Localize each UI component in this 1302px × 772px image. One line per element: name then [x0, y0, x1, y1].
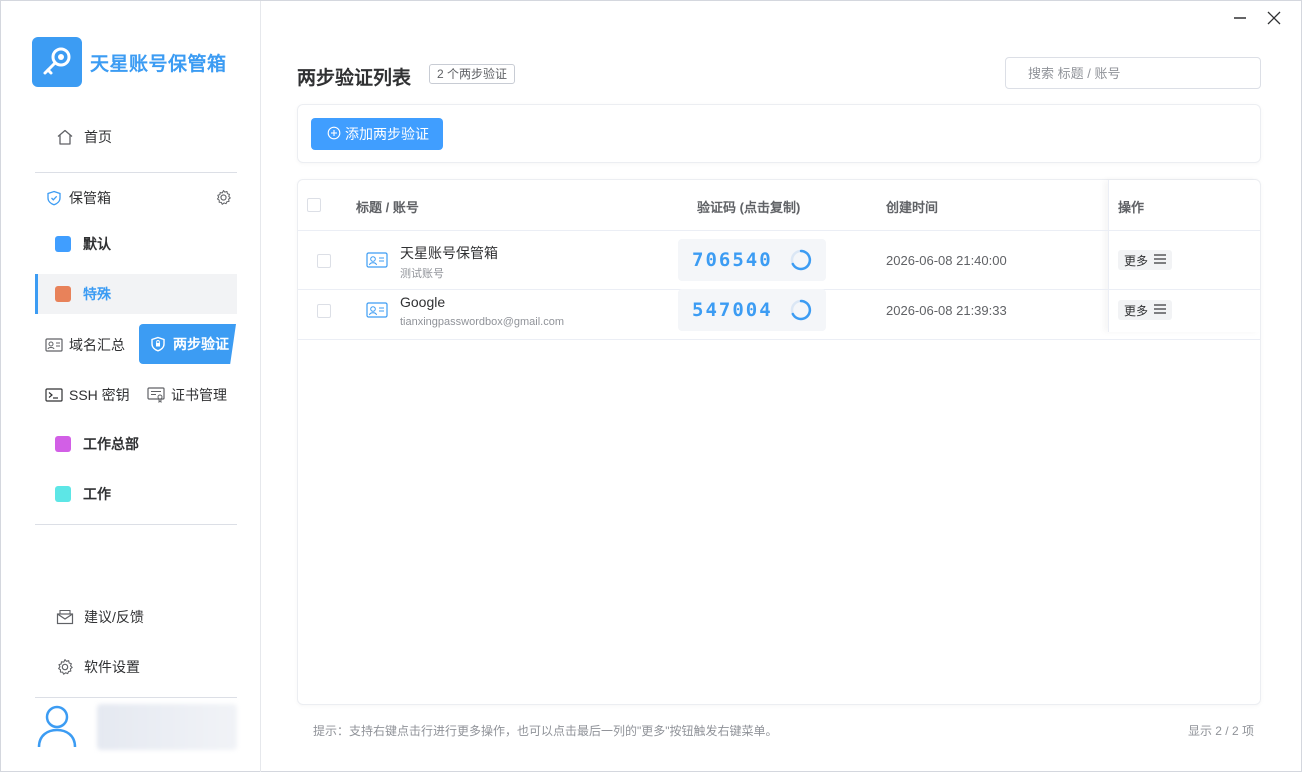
- shield-icon: [45, 189, 63, 207]
- totp-code-button[interactable]: 547004: [678, 289, 826, 331]
- row-created-time: 2026-06-08 21:39:33: [886, 303, 1007, 318]
- divider: [35, 524, 237, 525]
- nav-two-factor-label: 两步验证: [173, 336, 229, 352]
- nav-settings[interactable]: 软件设置: [56, 657, 140, 677]
- column-header-created: 创建时间: [886, 200, 939, 215]
- vault-color-swatch: [55, 236, 71, 252]
- app-name: 天星账号保管箱: [90, 53, 227, 75]
- gear-icon: [56, 658, 74, 676]
- nav-home-label: 首页: [84, 129, 112, 145]
- column-header-actions: 操作: [1118, 200, 1145, 215]
- nav-two-factor[interactable]: 两步验证: [139, 324, 236, 364]
- nav-domain-summary[interactable]: 域名汇总: [45, 335, 125, 355]
- row-created-time: 2026-06-08 21:40:00: [886, 253, 1007, 268]
- toolbar: 添加两步验证: [297, 104, 1261, 163]
- countdown-ring-icon: [790, 249, 812, 271]
- count-badge: 2 个两步验证: [429, 64, 516, 84]
- terminal-icon: [45, 386, 63, 404]
- row-divider: [298, 339, 1260, 340]
- main-content: 两步验证列表 2 个两步验证 添加两步验证 标题 / 账号 验证码 (点击复制)…: [262, 1, 1302, 772]
- countdown-ring-icon: [790, 299, 812, 321]
- menu-icon: [1154, 303, 1167, 317]
- group-item-label: 工作: [83, 486, 111, 502]
- gear-icon: [214, 188, 232, 206]
- footer-hint: 提示：支持右键点击行进行更多操作，也可以点击最后一列的"更多"按钮触发右键菜单。: [313, 724, 778, 738]
- totp-code-button[interactable]: 706540: [678, 239, 826, 281]
- id-card-icon: [45, 336, 63, 354]
- vault-item-special[interactable]: 特殊: [35, 274, 237, 314]
- nav-feedback-label: 建议/反馈: [84, 609, 144, 625]
- row-title: 天星账号保管箱: [400, 245, 498, 261]
- page-title: 两步验证列表: [297, 68, 412, 89]
- key-icon: [32, 37, 82, 87]
- sidebar: 天星账号保管箱 首页 保管箱 默认 特殊 域名汇总 两步验证 SSH 密钥 证书…: [1, 1, 261, 772]
- footer-count: 显示 2 / 2 项: [1187, 724, 1254, 738]
- nav-ssh-keys[interactable]: SSH 密钥: [45, 385, 130, 405]
- nav-feedback[interactable]: 建议/反馈: [56, 607, 144, 627]
- totp-code: 547004: [692, 299, 773, 321]
- group-color-swatch: [55, 436, 71, 452]
- column-header-code: 验证码 (点击复制): [697, 200, 801, 215]
- row-checkbox[interactable]: [317, 304, 331, 318]
- nav-cert-management[interactable]: 证书管理: [147, 385, 227, 405]
- row-account: 测试账号: [400, 268, 444, 280]
- user-info-blurred: [97, 704, 237, 750]
- nav-settings-label: 软件设置: [84, 659, 140, 675]
- id-card-icon: [366, 251, 388, 269]
- vault-header: 保管箱: [45, 188, 111, 208]
- more-button[interactable]: 更多: [1118, 300, 1173, 320]
- add-button-label: 添加两步验证: [345, 126, 429, 142]
- nav-ssh-label: SSH 密钥: [69, 387, 130, 403]
- group-item-hq[interactable]: 工作总部: [35, 424, 237, 464]
- nav-domain-label: 域名汇总: [69, 337, 125, 353]
- row-checkbox[interactable]: [317, 254, 331, 268]
- two-factor-table: 标题 / 账号 验证码 (点击复制) 创建时间 操作 天星账号保管箱 测试账号 …: [297, 179, 1261, 705]
- vault-item-label: 默认: [83, 236, 111, 252]
- divider: [35, 172, 237, 173]
- vault-color-swatch: [55, 286, 71, 302]
- group-item-label: 工作总部: [83, 436, 139, 452]
- header-divider: [298, 230, 1260, 231]
- user-profile[interactable]: [35, 697, 237, 757]
- row-account: tianxingpasswordbox@gmail.com: [400, 316, 565, 328]
- nav-cert-label: 证书管理: [171, 387, 227, 403]
- nav-home[interactable]: 首页: [56, 127, 112, 147]
- plus-circle-icon: [327, 126, 341, 143]
- certificate-icon: [147, 386, 165, 404]
- column-header-title: 标题 / 账号: [356, 200, 419, 215]
- vault-item-label: 特殊: [83, 286, 111, 302]
- group-color-swatch: [55, 486, 71, 502]
- row-title: Google: [400, 294, 446, 310]
- more-button[interactable]: 更多: [1118, 250, 1173, 270]
- shield-icon: [149, 335, 167, 353]
- user-icon: [35, 702, 79, 753]
- search-input[interactable]: [1005, 57, 1261, 89]
- home-icon: [56, 128, 74, 146]
- totp-code: 706540: [692, 249, 773, 271]
- id-card-icon: [366, 301, 388, 319]
- menu-icon: [1154, 253, 1167, 267]
- vault-header-label: 保管箱: [69, 190, 111, 206]
- add-two-factor-button[interactable]: 添加两步验证: [311, 118, 443, 150]
- group-item-work[interactable]: 工作: [35, 474, 237, 514]
- mail-icon: [56, 608, 74, 626]
- app-logo: 天星账号保管箱: [32, 37, 227, 87]
- more-button-label: 更多: [1124, 253, 1149, 268]
- vault-item-default[interactable]: 默认: [35, 224, 237, 264]
- more-button-label: 更多: [1124, 303, 1149, 318]
- select-all-checkbox[interactable]: [307, 198, 321, 212]
- vault-settings-button[interactable]: [214, 188, 232, 206]
